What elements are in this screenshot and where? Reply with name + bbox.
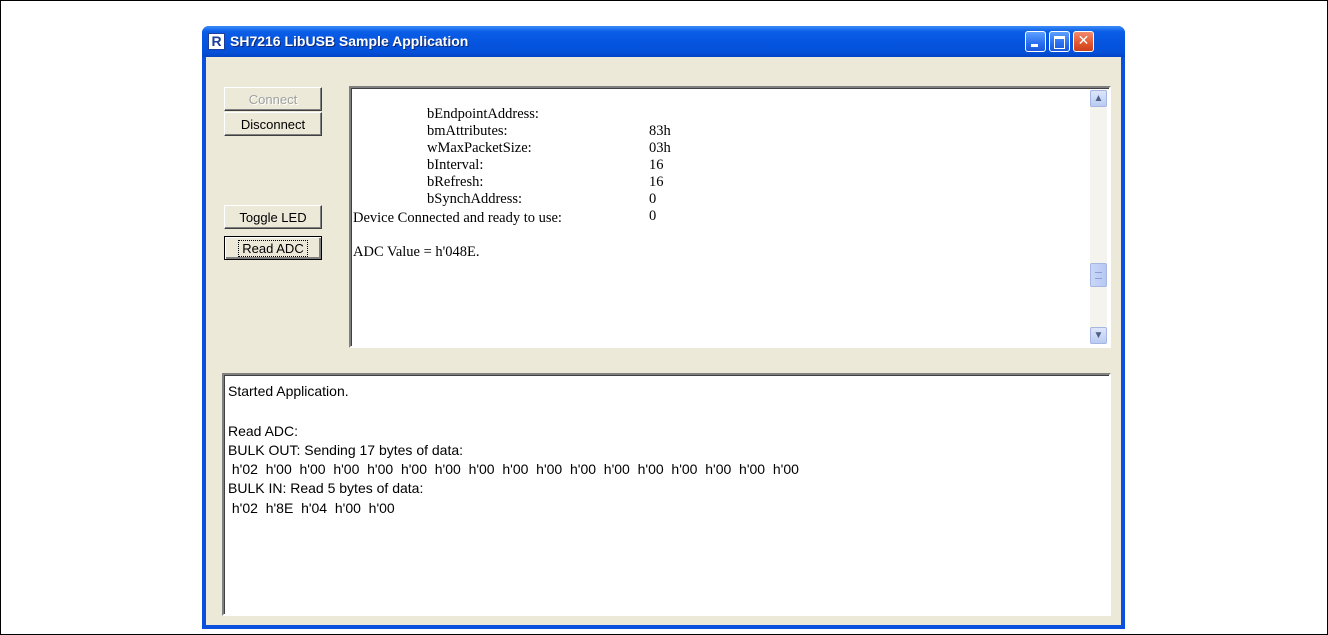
client-area: Connect Disconnect Toggle LED Read ADC b…	[206, 57, 1121, 625]
close-button[interactable]: ✕	[1073, 31, 1094, 52]
scroll-down-icon[interactable]: ▼	[1090, 327, 1107, 344]
connect-button[interactable]: Connect	[224, 87, 322, 111]
close-icon: ✕	[1077, 33, 1090, 49]
read-adc-button-label: Read ADC	[238, 239, 308, 257]
vertical-scrollbar[interactable]: ▲ ▼	[1090, 90, 1107, 344]
log-line: h'02 h'8E h'04 h'00 h'00	[228, 500, 395, 516]
toggle-led-button-label: Toggle LED	[239, 209, 307, 225]
maximize-button[interactable]	[1049, 31, 1070, 52]
log-line: BULK IN: Read 5 bytes of data:	[228, 480, 424, 496]
descriptor-field: bSynchAddress: 0	[427, 191, 657, 224]
scroll-up-icon[interactable]: ▲	[1090, 90, 1107, 107]
toggle-led-button[interactable]: Toggle LED	[224, 205, 322, 229]
connect-button-label: Connect	[248, 91, 298, 107]
log-line: BULK OUT: Sending 17 bytes of data:	[228, 442, 464, 458]
minimize-button[interactable]	[1025, 31, 1046, 52]
window-title: SH7216 LibUSB Sample Application	[230, 33, 469, 49]
log-line: h'02 h'00 h'00 h'00 h'00 h'00 h'00 h'00 …	[228, 461, 799, 477]
descriptor-output[interactable]: bEndpointAddress: 83h bmAttributes: 03h …	[349, 86, 1111, 348]
title-bar[interactable]: R SH7216 LibUSB Sample Application ✕	[202, 26, 1125, 57]
read-adc-button[interactable]: Read ADC	[224, 236, 322, 260]
app-icon: R	[208, 33, 225, 50]
app-window: R SH7216 LibUSB Sample Application ✕ Con…	[202, 26, 1125, 629]
adc-value-line: ADC Value = h'048E.	[353, 244, 480, 260]
disconnect-button[interactable]: Disconnect	[224, 112, 322, 136]
descriptor-text: bEndpointAddress: 83h bmAttributes: 03h …	[353, 88, 1087, 346]
log-line: Started Application.	[228, 383, 349, 399]
status-line: Device Connected and ready to use:	[353, 210, 562, 226]
disconnect-button-label: Disconnect	[240, 116, 306, 132]
log-output[interactable]: Started Application. Read ADC: BULK OUT:…	[222, 373, 1111, 616]
scroll-thumb[interactable]	[1090, 263, 1107, 287]
log-line: Read ADC:	[228, 423, 299, 439]
